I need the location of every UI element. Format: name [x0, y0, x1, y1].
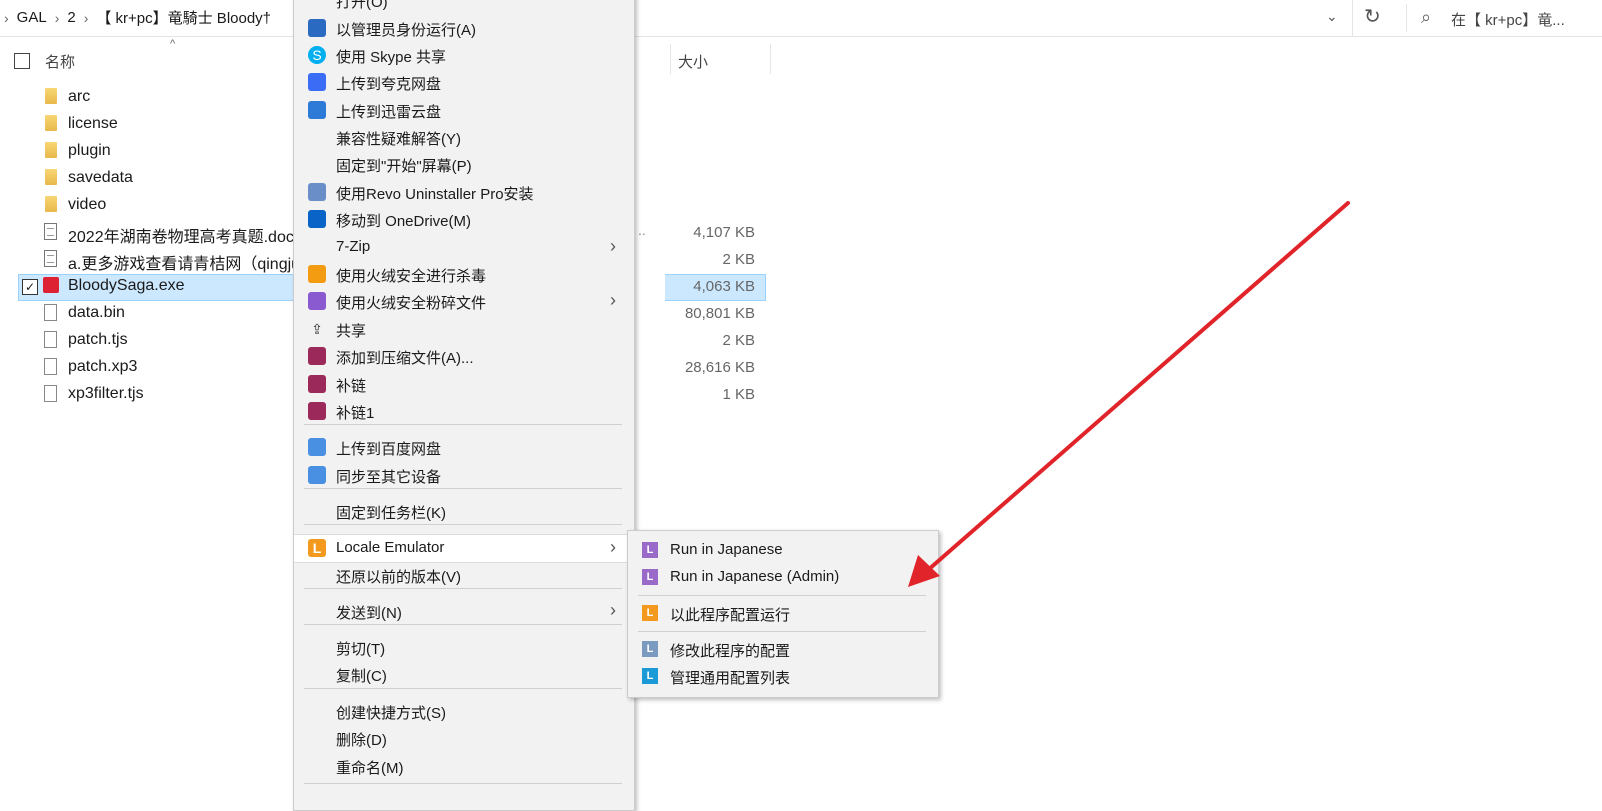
arrow-shaft — [926, 201, 1350, 572]
annotation-arrow — [908, 201, 1350, 587]
arrow-head — [908, 555, 940, 587]
